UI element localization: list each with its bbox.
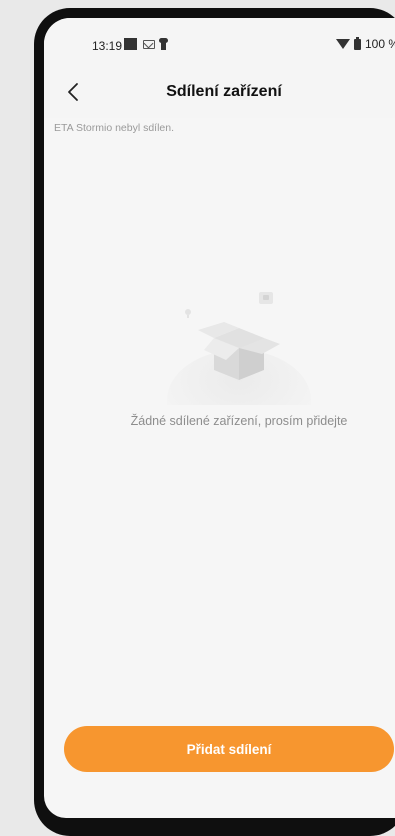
notification-square-icon [124,38,137,50]
wifi-icon [335,39,350,49]
page-title: Sdílení zařízení [166,83,282,100]
battery-level: 100 % [364,37,395,51]
add-share-button[interactable]: Přidat sdílení [64,726,394,772]
screen: 13:19 100 % Sdílení zařízení ETA Stormio… [44,18,395,818]
status-icons [124,38,168,50]
status-bar: 13:19 100 % [44,18,395,68]
share-notice: ETA Stormio nebyl sdílen. [54,122,175,134]
app-bar: Sdílení zařízení [44,68,395,118]
status-right: 100 % [335,36,395,51]
mail-icon [143,39,155,49]
status-time: 13:19 [92,39,123,53]
empty-state-message: Žádné sdílené zařízení, prosím přidejte [130,414,348,428]
key-icon [159,38,168,50]
battery-icon [353,36,361,50]
empty-box-illustration [167,292,311,405]
